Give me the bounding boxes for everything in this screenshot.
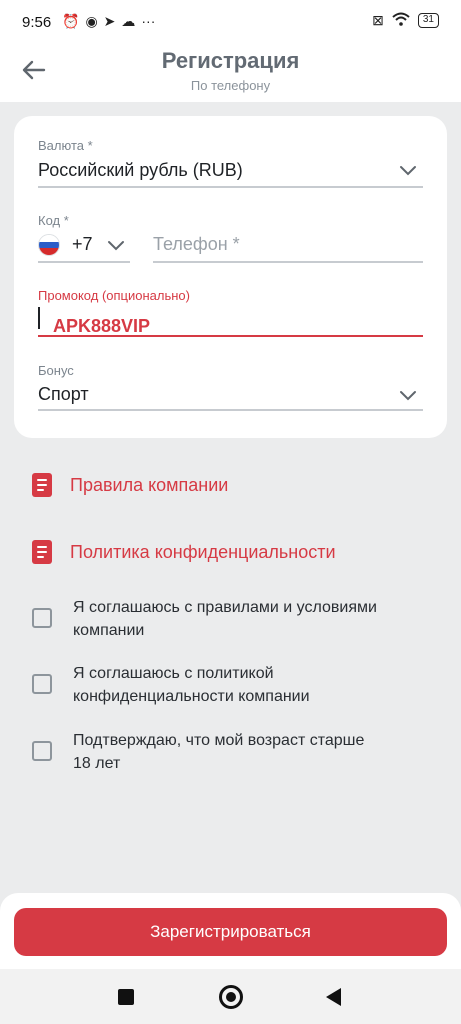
promo-value: APK888VIP (53, 316, 151, 336)
more-dots-icon: ··· (141, 13, 156, 29)
status-time: 9:56 (22, 14, 52, 31)
agree-terms-line2: компании (73, 622, 145, 639)
age-confirm-text: Подтверждаю, что мой возраст старше 18 л… (73, 729, 364, 775)
agree-privacy-line1: Я соглашаюсь с политикой (73, 665, 274, 682)
age-confirm-line1: Подтверждаю, что мой возраст старше (73, 732, 365, 749)
page-title: Регистрация (161, 48, 300, 73)
chevron-down-icon (400, 166, 416, 176)
text-cursor (38, 307, 40, 329)
currency-underline (38, 186, 423, 188)
chevron-down-icon (108, 241, 124, 251)
header: Регистрация По телефону (0, 42, 461, 102)
chevron-down-icon (400, 391, 416, 401)
system-nav-bar (0, 969, 461, 1024)
page-subtitle: По телефону (190, 78, 271, 93)
sim-off-icon: ⊠ (372, 12, 384, 28)
alarm-off-icon: ⏰ (62, 13, 80, 29)
recent-apps-icon[interactable] (118, 989, 134, 1005)
agree-privacy-text: Я соглашаюсь с политикой конфиденциально… (73, 662, 310, 708)
code-label: Код * (38, 213, 69, 228)
age-confirm-line2: 18 лет (73, 755, 121, 772)
bonus-label: Бонус (38, 363, 74, 378)
telegram-icon: ➤ (103, 13, 116, 29)
promo-label: Промокод (опционально) (38, 288, 190, 303)
phone-placeholder: Телефон * (153, 234, 240, 254)
age-confirm-row: Подтверждаю, что мой возраст старше 18 л… (32, 729, 432, 775)
code-underline (38, 261, 130, 263)
promo-underline (38, 335, 423, 337)
status-bar: 9:56 ⏰ ◉ ➤ ☁ ··· ⊠ 31 (0, 0, 461, 42)
agree-terms-line1: Я соглашаюсь с правилами и условиями (73, 599, 377, 616)
battery-icon: 31 (417, 13, 439, 28)
agree-terms-row: Я соглашаюсь с правилами и условиями ком… (32, 596, 432, 642)
age-confirm-checkbox[interactable] (32, 741, 52, 761)
agree-terms-checkbox[interactable] (32, 608, 52, 628)
whatsapp-icon: ◉ (85, 13, 98, 29)
bonus-value: Спорт (38, 384, 89, 404)
register-button[interactable]: Зарегистрироваться (14, 908, 447, 956)
wifi-icon (392, 12, 410, 29)
registration-form-card: Валюта * Российский рубль (RUB) Код * +7… (14, 116, 447, 438)
agree-privacy-row: Я соглашаюсь с политикой конфиденциально… (32, 662, 432, 708)
document-icon (32, 540, 52, 564)
system-icons: ⊠ 31 (372, 12, 439, 29)
agree-privacy-checkbox[interactable] (32, 674, 52, 694)
currency-label: Валюта * (38, 138, 93, 153)
cloud-icon: ☁ (121, 13, 136, 29)
privacy-policy-link[interactable]: Политика конфиденциальности (32, 540, 336, 564)
privacy-policy-label: Политика конфиденциальности (70, 541, 336, 562)
code-value: +7 (72, 234, 93, 254)
back-triangle-icon[interactable] (326, 988, 341, 1006)
russia-flag-icon (38, 234, 60, 256)
company-rules-link[interactable]: Правила компании (32, 473, 228, 497)
company-rules-label: Правила компании (70, 474, 229, 495)
agree-privacy-line2: конфиденциальности компании (73, 688, 310, 705)
document-icon (32, 473, 52, 497)
notification-icons: ⏰ ◉ ➤ ☁ ··· (62, 13, 155, 30)
home-icon[interactable] (219, 985, 243, 1009)
currency-value: Российский рубль (RUB) (38, 160, 243, 180)
bonus-underline (38, 409, 423, 411)
agree-terms-text: Я соглашаюсь с правилами и условиями ком… (73, 596, 377, 642)
phone-underline (153, 261, 423, 263)
